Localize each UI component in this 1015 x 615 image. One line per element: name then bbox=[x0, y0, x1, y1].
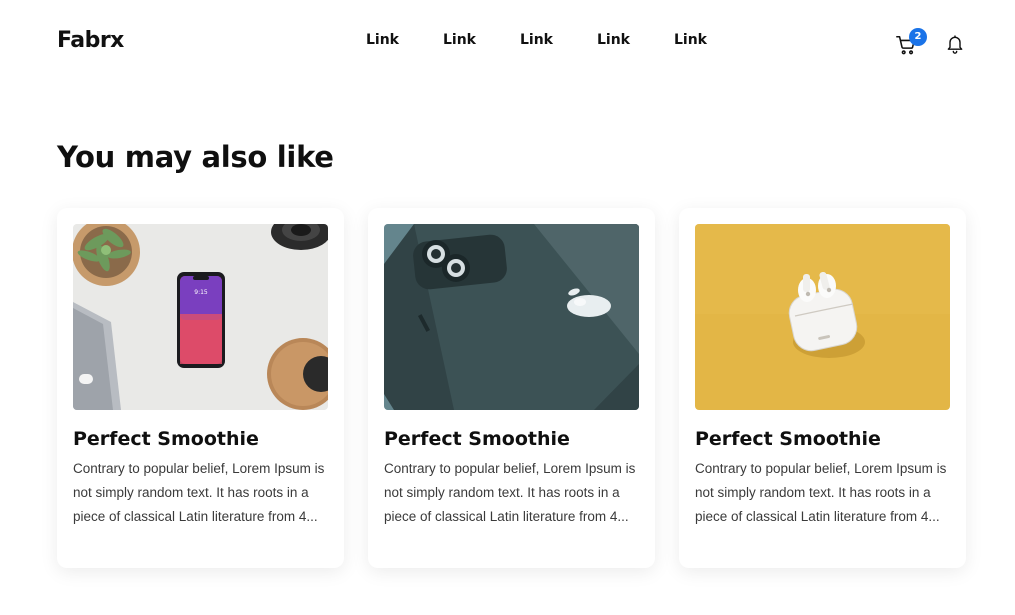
card-title: Perfect Smoothie bbox=[695, 428, 881, 450]
cart-button[interactable]: 2 bbox=[895, 28, 927, 56]
nav-icons: 2 bbox=[895, 28, 970, 60]
cart-count-badge: 2 bbox=[909, 28, 927, 46]
card-title: Perfect Smoothie bbox=[73, 428, 259, 450]
product-card[interactable]: Perfect Smoothie Contrary to popular bel… bbox=[368, 208, 655, 568]
airpods-photo bbox=[695, 224, 950, 410]
logo[interactable]: Fabrx bbox=[57, 28, 124, 53]
svg-text:9:15: 9:15 bbox=[194, 289, 208, 296]
card-text: Contrary to popular belief, Lorem Ipsum … bbox=[384, 461, 636, 524]
nav-link-1[interactable]: Link bbox=[366, 32, 399, 48]
product-cards: 9:15 Perfect Smoothie Contrary to popula… bbox=[57, 208, 967, 568]
card-title: Perfect Smoothie bbox=[384, 428, 570, 450]
nav-link-5[interactable]: Link bbox=[674, 32, 707, 48]
card-text: Contrary to popular belief, Lorem Ipsum … bbox=[695, 461, 947, 524]
iphone-back-photo bbox=[384, 224, 639, 410]
phone-flatlay-photo: 9:15 bbox=[73, 224, 328, 410]
nav-link-4[interactable]: Link bbox=[597, 32, 630, 48]
section-title: You may also like bbox=[57, 140, 334, 174]
nav-link-2[interactable]: Link bbox=[443, 32, 476, 48]
card-text: Contrary to popular belief, Lorem Ipsum … bbox=[73, 461, 325, 524]
bell-icon bbox=[947, 35, 963, 54]
navbar: Fabrx Link Link Link Link Link 2 bbox=[0, 0, 1015, 80]
product-card[interactable]: Perfect Smoothie Contrary to popular bel… bbox=[679, 208, 966, 568]
product-card[interactable]: 9:15 Perfect Smoothie Contrary to popula… bbox=[57, 208, 344, 568]
nav-links: Link Link Link Link Link bbox=[366, 32, 707, 48]
nav-link-3[interactable]: Link bbox=[520, 32, 553, 48]
notifications-button[interactable] bbox=[945, 33, 965, 55]
